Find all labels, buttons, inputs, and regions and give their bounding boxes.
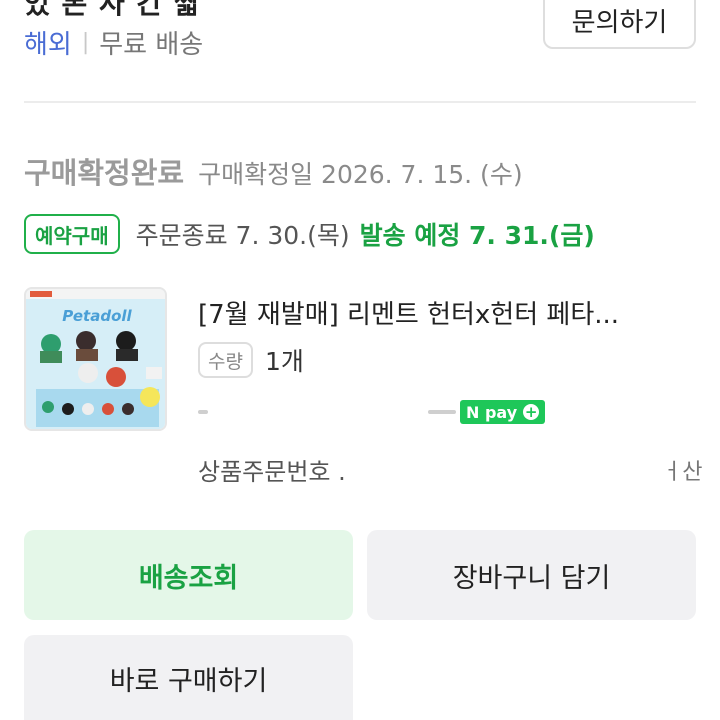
price-fragment (428, 410, 456, 414)
product-thumbnail[interactable]: Petadoll (24, 287, 167, 431)
inquiry-button[interactable]: 문의하기 (543, 0, 696, 49)
track-delivery-button[interactable]: 배송조회 (24, 530, 353, 620)
purchase-status: 구매확정완료 (24, 156, 185, 190)
separator: | (81, 30, 90, 55)
purchase-confirm-row: 구매확정완료 구매확정일 2026. 7. 15. (수) (24, 150, 523, 192)
npay-text: N pay (466, 402, 518, 422)
reservation-badge: 예약구매 (24, 214, 120, 254)
origin-shipping-row: 해외 | 무료 배송 (24, 24, 203, 61)
thumb-logo: Petadoll (62, 307, 132, 325)
order-number-label: 상품주문번호 . (198, 458, 346, 486)
free-shipping-label: 무료 배송 (99, 30, 204, 60)
quantity-badge: 수량 (198, 342, 253, 378)
add-to-cart-button[interactable]: 장바구니 담기 (367, 530, 696, 620)
order-tail-text: ㅓ산 (662, 460, 703, 485)
quantity-row: 수량 1개 (198, 342, 304, 378)
ship-schedule: 발송 예정 7. 31.(금) (359, 221, 595, 250)
divider (24, 101, 696, 103)
quantity-value: 1개 (264, 347, 304, 376)
truncated-header-text: 었 본 사 간 짧 (24, 0, 201, 20)
payment-row: N pay + (198, 400, 558, 424)
product-thumbnail-image: Petadoll (26, 289, 165, 429)
npay-logo-icon: N pay + (460, 400, 546, 424)
buy-now-button[interactable]: 바로 구매하기 (24, 635, 353, 720)
confirm-date: 구매확정일 2026. 7. 15. (수) (198, 160, 523, 189)
product-name[interactable]: [7월 재발매] 리멘트 헌터x헌터 페타... (198, 294, 698, 331)
reservation-row: 예약구매 주문종료 7. 30.(목) 발송 예정 7. 31.(금) (24, 214, 595, 254)
overseas-label[interactable]: 해외 (24, 24, 72, 61)
price-fragment (198, 410, 208, 414)
npay-plus-icon: + (523, 403, 540, 421)
order-end-date: 주문종료 7. 30.(목) (135, 221, 350, 250)
